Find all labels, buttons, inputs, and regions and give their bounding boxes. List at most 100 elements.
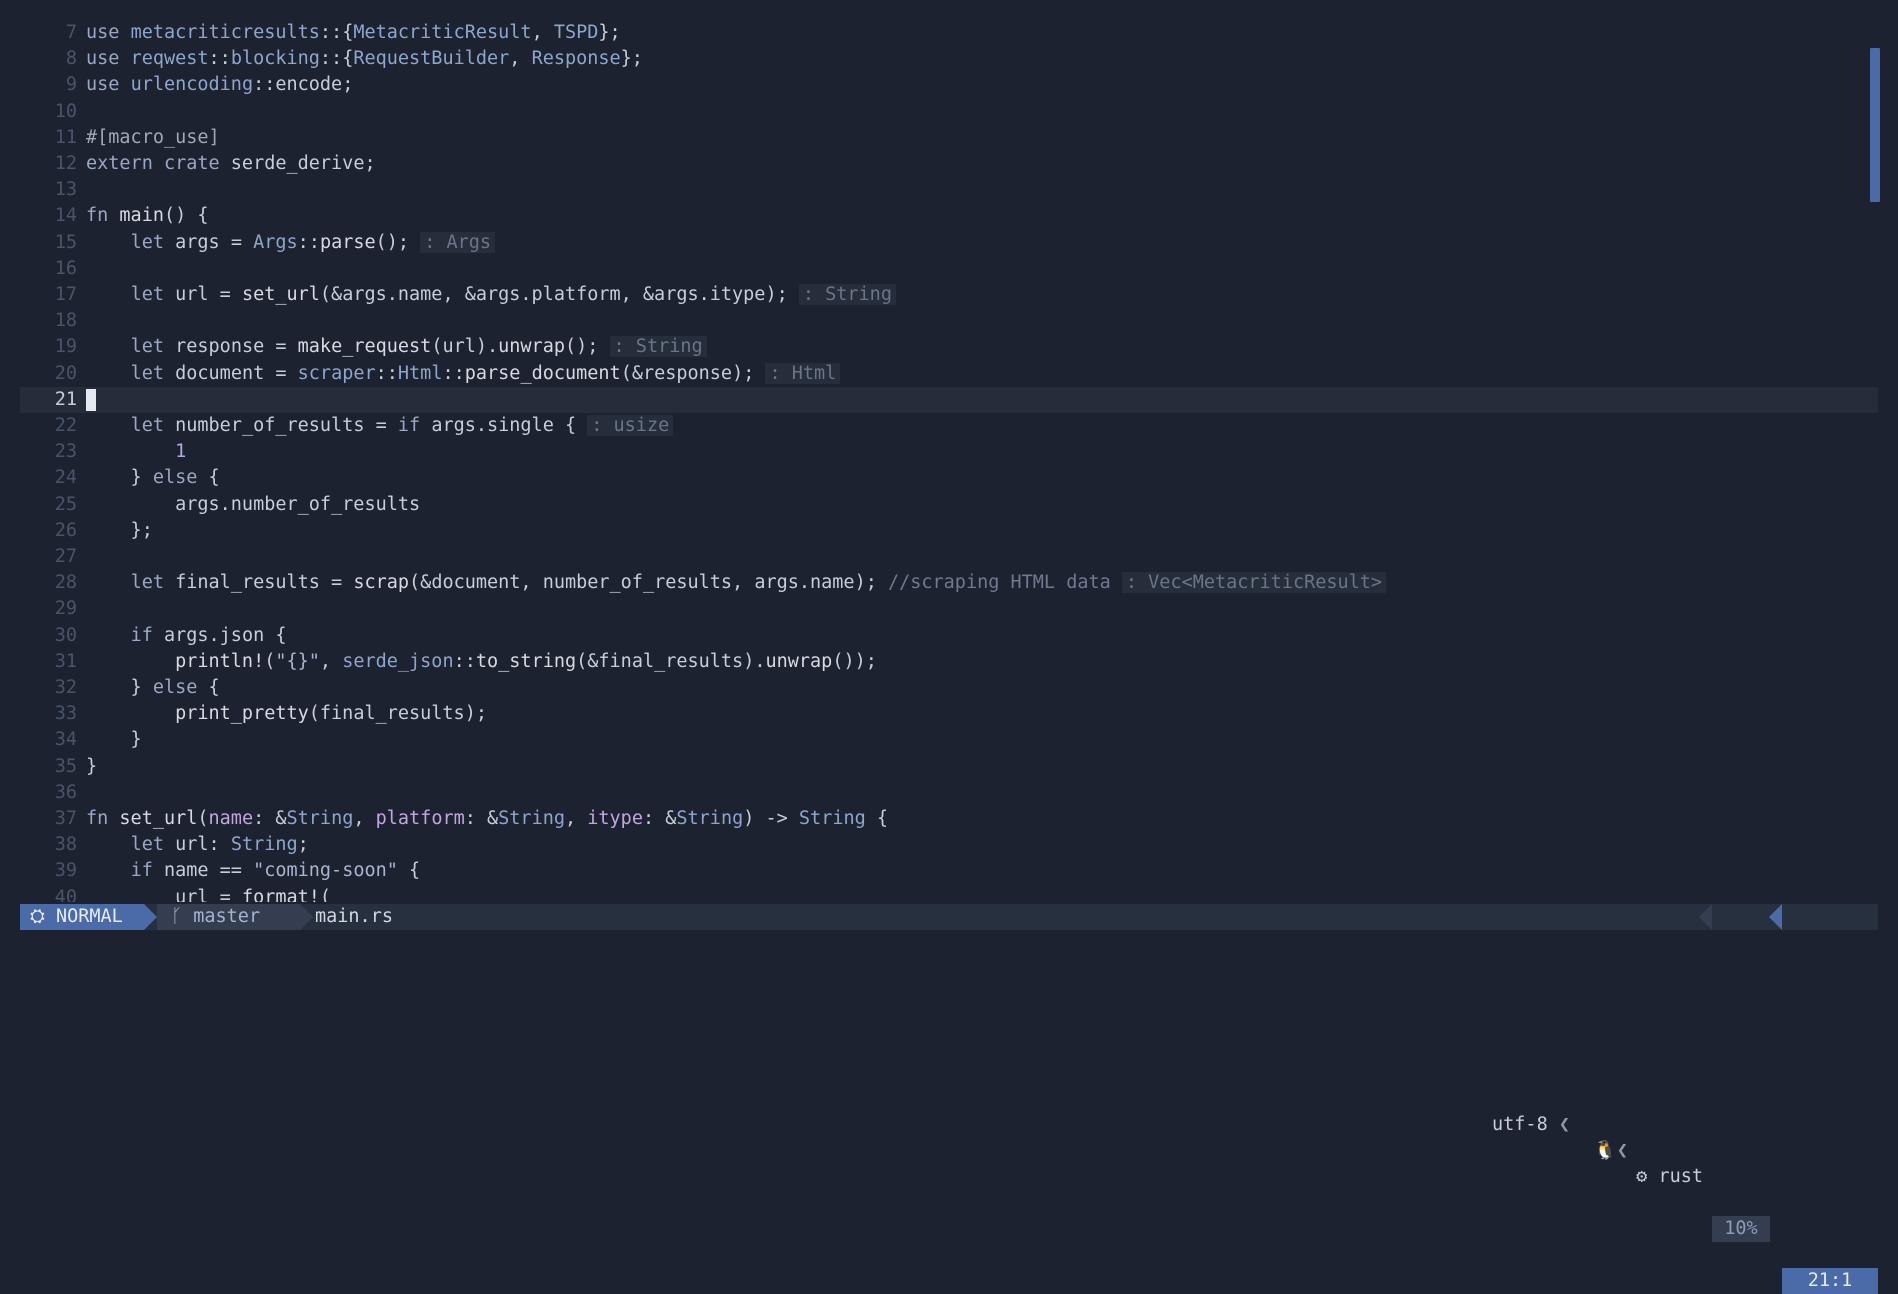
code-token: String bbox=[498, 808, 565, 829]
code-token: String bbox=[798, 808, 866, 829]
code-token: urlencoding bbox=[130, 74, 254, 96]
inlay-type-hint: : Vec<MetacriticResult> bbox=[1121, 572, 1387, 594]
line-number: 40 bbox=[54, 886, 77, 902]
code-token: TSPD bbox=[553, 22, 599, 43]
code-token: (&document, number_of_results, args.name… bbox=[409, 572, 888, 594]
line-code[interactable]: 1 bbox=[86, 439, 186, 465]
code-line[interactable]: 13 bbox=[20, 177, 1878, 203]
line-code[interactable]: print_pretty(final_results); bbox=[86, 701, 487, 727]
line-code[interactable]: args.number_of_results bbox=[86, 492, 420, 518]
line-code[interactable]: url = format!( bbox=[86, 885, 331, 902]
code-line[interactable]: 32 } else { bbox=[20, 675, 1878, 701]
code-line[interactable]: 28 let final_results = scrap(&document, … bbox=[20, 570, 1878, 596]
code-token: :: bbox=[442, 362, 465, 384]
code-line[interactable]: 30 if args.json { bbox=[20, 623, 1878, 649]
code-token: ( bbox=[319, 886, 332, 902]
line-code[interactable]: } bbox=[86, 727, 142, 753]
code-token: metacriticresults bbox=[130, 22, 320, 43]
code-line[interactable]: 27 bbox=[20, 544, 1878, 570]
linux-icon: 🐧 bbox=[1593, 1140, 1617, 1161]
code-token: ) -> bbox=[743, 808, 799, 829]
rust-icon: ⚙ bbox=[1636, 1166, 1648, 1187]
encoding-label: utf-8 bbox=[1492, 1114, 1548, 1135]
status-line: ⛭ NORMAL ᚴ master main.rs utf-8 ❮ 🐧❮ ⚙ r… bbox=[20, 904, 1878, 1294]
line-code[interactable]: } bbox=[86, 754, 97, 780]
line-code[interactable]: let response = make_request(url).unwrap(… bbox=[86, 334, 707, 360]
line-code[interactable]: fn main() { bbox=[86, 203, 209, 229]
code-line[interactable]: 8 use reqwest::blocking::{RequestBuilder,… bbox=[20, 46, 1878, 72]
line-code[interactable]: use metacriticresults::{MetacriticResult… bbox=[86, 20, 621, 46]
code-line[interactable]: 37 fn set_url(name: &String, platform: &S… bbox=[20, 806, 1878, 832]
line-code[interactable]: } else { bbox=[86, 465, 220, 491]
code-token: (&response); bbox=[620, 362, 766, 384]
code-line[interactable]: 10 bbox=[20, 99, 1878, 125]
code-line[interactable]: 22 let number_of_results = if args.singl… bbox=[20, 413, 1878, 439]
code-line[interactable]: 11 #[macro_use] bbox=[20, 125, 1878, 151]
line-code[interactable]: let final_results = scrap(&document, num… bbox=[86, 570, 1387, 596]
code-token: name == bbox=[163, 860, 254, 882]
code-line[interactable]: 16 bbox=[20, 256, 1878, 282]
scrollbar[interactable] bbox=[1870, 48, 1880, 902]
code-token: unwrap bbox=[765, 650, 833, 672]
line-code[interactable]: let args = Args::parse(); : Args bbox=[86, 230, 496, 256]
line-number: 27 bbox=[54, 546, 77, 567]
code-line[interactable]: 35} bbox=[20, 754, 1878, 780]
code-line[interactable]: 17 let url = set_url(&args.name, &args.p… bbox=[20, 282, 1878, 308]
line-number: 39 bbox=[54, 860, 77, 882]
line-code[interactable]: let url: String; bbox=[86, 832, 309, 858]
line-code[interactable]: let number_of_results = if args.single {… bbox=[86, 413, 674, 439]
line-code[interactable]: #[macro_use] bbox=[86, 125, 220, 151]
code-token: (&args.name, &args.platform, &args.itype… bbox=[319, 284, 799, 305]
code-line[interactable]: 36 bbox=[20, 780, 1878, 806]
line-code[interactable]: let url = set_url(&args.name, &args.plat… bbox=[86, 282, 896, 308]
code-line[interactable]: 19 let response = make_request(url).unwr… bbox=[20, 334, 1878, 360]
code-token: : & bbox=[253, 808, 287, 829]
code-line[interactable]: 9 use urlencoding::encode; bbox=[20, 72, 1878, 98]
line-code[interactable]: use reqwest::blocking::{RequestBuilder, … bbox=[86, 46, 643, 72]
code-line[interactable]: 31 println!("{}", serde_json::to_string(… bbox=[20, 649, 1878, 675]
line-code[interactable]: if args.json { bbox=[86, 623, 287, 649]
code-line[interactable]: 40 url = format!( bbox=[20, 885, 1878, 902]
line-number: 13 bbox=[54, 179, 77, 201]
code-line[interactable]: 39 if name == "coming-soon" { bbox=[20, 858, 1878, 884]
scrollbar-thumb[interactable] bbox=[1870, 48, 1880, 202]
inlay-type-hint: : usize bbox=[587, 415, 674, 436]
line-number: 21 bbox=[54, 388, 77, 410]
line-code[interactable]: if name == "coming-soon" { bbox=[86, 858, 421, 884]
code-line[interactable]: 14 fn main() { bbox=[20, 203, 1878, 229]
code-token: blocking bbox=[230, 48, 320, 70]
line-number: 8 bbox=[65, 48, 77, 70]
code-line[interactable]: 25 args.number_of_results bbox=[20, 492, 1878, 518]
line-code[interactable]: let document = scraper::Html::parse_docu… bbox=[86, 361, 841, 387]
line-code[interactable]: extern crate serde_derive; bbox=[86, 151, 376, 177]
code-token: String bbox=[286, 808, 354, 829]
code-line[interactable]: 7 use metacriticresults::{MetacriticResul… bbox=[20, 20, 1878, 46]
line-code[interactable]: fn set_url(name: &String, platform: &Str… bbox=[86, 806, 888, 832]
code-token: : & bbox=[642, 808, 677, 829]
code-line[interactable]: 12 extern crate serde_derive; bbox=[20, 151, 1878, 177]
code-line[interactable]: 15 let args = Args::parse(); : Args bbox=[20, 230, 1878, 256]
code-line[interactable]: 38 let url: String; bbox=[20, 832, 1878, 858]
line-code[interactable]: println!("{}", serde_json::to_string(&fi… bbox=[86, 649, 877, 675]
code-editor[interactable]: 7 use metacriticresults::{MetacriticResul… bbox=[20, 18, 1878, 902]
line-code[interactable]: }; bbox=[86, 518, 153, 544]
code-line[interactable]: 24 } else { bbox=[20, 465, 1878, 491]
code-line[interactable]: 18 bbox=[20, 308, 1878, 334]
code-token: args = bbox=[175, 231, 254, 253]
code-line[interactable]: 23 1 bbox=[20, 439, 1878, 465]
code-line[interactable]: 29 bbox=[20, 596, 1878, 622]
code-line[interactable]: 21 bbox=[20, 386, 1878, 413]
code-line[interactable]: 20 let document = scraper::Html::parse_d… bbox=[20, 361, 1878, 387]
line-code[interactable]: use urlencoding::encode; bbox=[86, 72, 353, 98]
code-token: : & bbox=[464, 808, 499, 829]
code-line[interactable]: 26 }; bbox=[20, 518, 1878, 544]
code-token: serde_derive; bbox=[230, 153, 376, 174]
line-code[interactable]: } else { bbox=[86, 675, 220, 701]
code-line[interactable]: 33 print_pretty(final_results); bbox=[20, 701, 1878, 727]
code-line[interactable]: 34 } bbox=[20, 727, 1878, 753]
code-token: platform bbox=[375, 808, 465, 829]
code-token: reqwest bbox=[130, 48, 209, 70]
code-token: (final_results); bbox=[308, 703, 487, 725]
